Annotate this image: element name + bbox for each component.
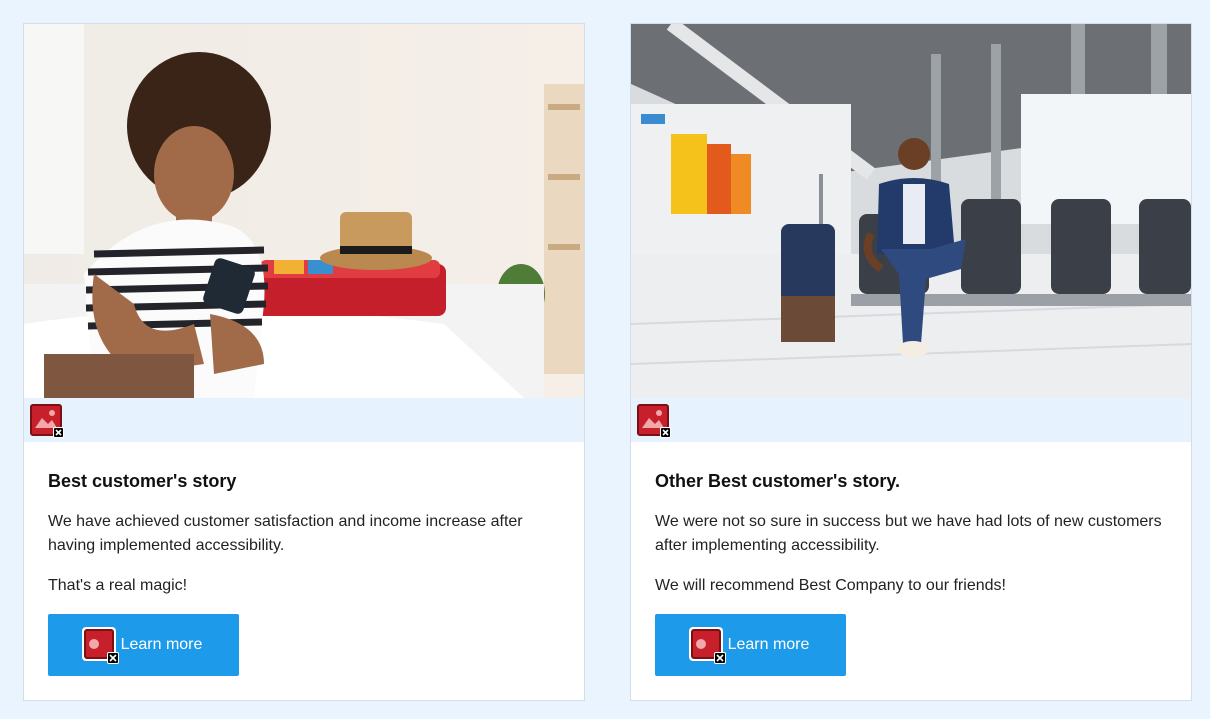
story-photo-2 — [631, 24, 1191, 398]
broken-image-strip-1 — [24, 398, 584, 442]
learn-more-button[interactable]: Learn more — [48, 614, 239, 676]
man-at-airport-photo — [631, 24, 1191, 398]
story-body-2: Other Best customer's story. We were not… — [631, 442, 1191, 676]
story-title: Best customer's story — [48, 471, 237, 491]
broken-image-icon — [30, 404, 64, 438]
story-card-2: Other Best customer's story. We were not… — [630, 23, 1192, 701]
story-title: Other Best customer's story. — [655, 471, 901, 491]
broken-image-icon — [688, 627, 726, 664]
woman-with-phone-photo — [24, 24, 584, 398]
story-paragraph: We were not so sure in success but we ha… — [655, 513, 1162, 554]
broken-image-strip-2 — [631, 398, 1191, 442]
learn-more-button[interactable]: Learn more — [655, 614, 846, 676]
learn-more-label: Learn more — [727, 636, 810, 653]
story-card-1: Best customer's story We have achieved c… — [23, 23, 585, 701]
story-photo-1 — [24, 24, 584, 398]
customer-stories: Best customer's story We have achieved c… — [0, 0, 1210, 719]
story-paragraph: We will recommend Best Company to our fr… — [655, 577, 1006, 594]
story-paragraph: We have achieved customer satisfaction a… — [48, 513, 523, 554]
broken-image-icon — [81, 627, 119, 664]
learn-more-label: Learn more — [120, 636, 203, 653]
story-paragraph: That's a real magic! — [48, 577, 188, 594]
story-body-1: Best customer's story We have achieved c… — [24, 442, 584, 676]
broken-image-icon — [637, 404, 671, 438]
